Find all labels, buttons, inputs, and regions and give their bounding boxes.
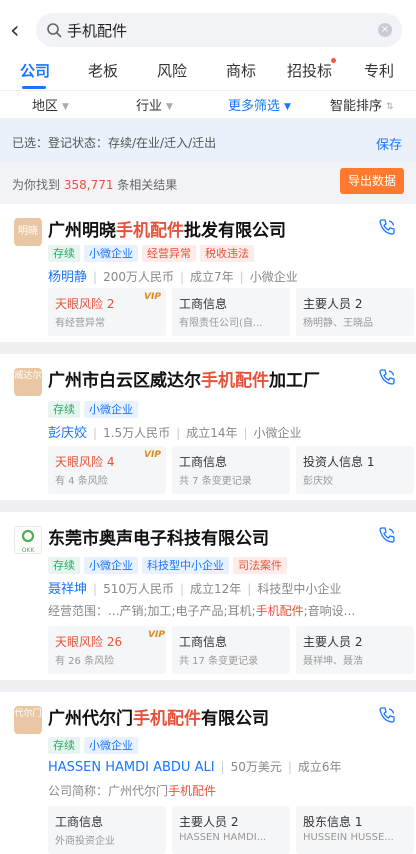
phone-icon[interactable] <box>378 706 396 724</box>
company-logo: 威达尔 <box>14 368 42 396</box>
risk-box[interactable]: 天眼风险 4 VIP 有 4 条风险 <box>48 446 166 494</box>
company-info: 彭庆姣 | 1.5万人民币 | 成立14年 | 小微企业 <box>48 426 302 441</box>
tab-trademark[interactable]: 商标 <box>226 60 256 81</box>
top-bar: ‹ 手机配件 × <box>0 0 416 56</box>
business-info-box[interactable]: 工商信息 外商投资企业 <box>48 806 166 854</box>
company-name[interactable]: 广州明晓手机配件批发有限公司 <box>48 216 286 241</box>
tag: 司法案件 <box>233 557 287 574</box>
tab-company[interactable]: 公司 <box>20 60 50 81</box>
tag: 小微企业 <box>84 401 138 418</box>
company-logo: 明晓 <box>14 218 42 246</box>
status-tag: 存续 <box>48 401 80 418</box>
back-icon[interactable]: ‹ <box>10 14 30 46</box>
filter-sort[interactable]: 智能排序 ⇅ <box>330 95 394 114</box>
company-logo: 代尔门 <box>14 706 42 734</box>
tab-notification-dot <box>331 58 336 63</box>
tag: 小微企业 <box>84 557 138 574</box>
company-card[interactable]: 明晓 广州明晓手机配件批发有限公司 存续 小微企业 经营异常 税收违法 杨明静 | 200… <box>0 204 416 342</box>
vip-badge: VIP <box>144 292 161 302</box>
shareholder-box[interactable]: 股东信息 1 HUSSEIN HUSSE... <box>296 806 414 854</box>
risk-box[interactable]: 天眼风险 2 VIP 有经营异常 <box>48 288 166 336</box>
caret-down-icon: ▼ <box>284 102 291 112</box>
phone-icon[interactable] <box>378 368 396 386</box>
investor-box[interactable]: 投资人信息 1 彭庆姣 <box>296 446 414 494</box>
search-icon <box>47 23 62 38</box>
key-people-box[interactable]: 主要人员 2 HASSEN HAMDI... <box>172 806 290 854</box>
selected-filters-bar: 已选：登记状态：存续/在业/迁入/迁出 保存 <box>0 120 416 162</box>
sort-icon: ⇅ <box>386 102 394 112</box>
legal-person[interactable]: 彭庆姣 <box>48 426 87 441</box>
category-tabs: 公司 老板 风险 商标 招投标 专利 <box>0 56 416 90</box>
status-tag: 存续 <box>48 557 80 574</box>
tag: 经营异常 <box>142 245 196 262</box>
tag-list: 存续 小微企业 经营异常 税收违法 <box>48 242 258 262</box>
filter-region[interactable]: 地区 ▼ <box>32 95 69 114</box>
status-tag: 存续 <box>48 245 80 262</box>
export-data-button[interactable]: 导出数据 <box>340 168 404 194</box>
result-summary-bar: 为你找到 358,771 条相关结果 导出数据 <box>0 162 416 204</box>
tag-list: 存续 小微企业 <box>48 398 142 418</box>
caret-down-icon: ▼ <box>166 102 173 112</box>
filter-more[interactable]: 更多筛选 ▼ <box>228 95 291 114</box>
tag: 小微企业 <box>84 737 138 754</box>
company-logo: OKK <box>14 526 42 554</box>
tag: 科技型中小企业 <box>142 557 229 574</box>
tag: 税收违法 <box>200 245 254 262</box>
company-name[interactable]: 东莞市奥声电子科技有限公司 <box>48 524 269 549</box>
filter-industry[interactable]: 行业 ▼ <box>136 95 173 114</box>
caret-down-icon: ▼ <box>62 102 69 112</box>
company-card[interactable]: OKK 东莞市奥声电子科技有限公司 存续 小微企业 科技型中小企业 司法案件 聂祥坤 |… <box>0 512 416 680</box>
tab-risk[interactable]: 风险 <box>157 60 187 81</box>
tag: 小微企业 <box>84 245 138 262</box>
ring-logo-icon <box>21 529 35 543</box>
result-summary: 为你找到 358,771 条相关结果 <box>12 178 178 192</box>
save-filter-button[interactable]: 保存 <box>376 134 402 153</box>
business-info-box[interactable]: 工商信息共 7 条变更记录 <box>172 446 290 494</box>
legal-person[interactable]: 杨明静 <box>48 270 87 285</box>
tab-patent[interactable]: 专利 <box>364 60 394 81</box>
vip-badge: VIP <box>144 450 161 460</box>
key-people-box[interactable]: 主要人员 2 杨明静、王晓品 <box>296 288 414 336</box>
company-short-name: 公司简称：广州代尔门手机配件 <box>48 784 217 798</box>
legal-person[interactable]: 聂祥坤 <box>48 582 87 597</box>
legal-person[interactable]: HASSEN HAMDI ABDU ALI <box>48 760 215 775</box>
tab-boss[interactable]: 老板 <box>88 60 118 81</box>
selected-filters-text: 已选：登记状态：存续/在业/迁入/迁出 <box>12 136 217 150</box>
result-count: 358,771 <box>63 178 114 192</box>
clear-icon[interactable]: × <box>378 23 392 37</box>
tag-list: 存续 小微企业 <box>48 734 142 754</box>
info-boxes: 天眼风险 26 VIP 有 26 条风险 工商信息共 17 条变更记录 主要人员 2… <box>48 626 416 674</box>
company-info: 杨明静 | 200万人民币 | 成立7年 | 小微企业 <box>48 270 298 285</box>
company-name[interactable]: 广州代尔门手机配件有限公司 <box>48 704 269 729</box>
vip-badge: VIP <box>148 630 165 640</box>
info-boxes: 天眼风险 2 VIP 有经营异常 工商信息 有限责任公司(自... 主要人员 2 杨明静… <box>48 288 416 336</box>
status-tag: 存续 <box>48 737 80 754</box>
company-card[interactable]: 代尔门 广州代尔门手机配件有限公司 存续 小微企业 HASSEN HAMDI AB… <box>0 692 416 854</box>
info-boxes: 工商信息 外商投资企业 主要人员 2 HASSEN HAMDI... 股东信息 1H… <box>48 806 416 854</box>
risk-box[interactable]: 天眼风险 26 VIP 有 26 条风险 <box>48 626 166 674</box>
business-info-box[interactable]: 工商信息共 17 条变更记录 <box>172 626 290 674</box>
search-query: 手机配件 <box>67 22 128 40</box>
company-card[interactable]: 威达尔 广州市白云区威达尔手机配件加工厂 存续 小微企业 彭庆姣 | 1.5万人民币 |… <box>0 354 416 500</box>
business-info-box[interactable]: 工商信息 有限责任公司(自... <box>172 288 290 336</box>
company-info: HASSEN HAMDI ABDU ALI | 50万美元 | 成立6年 <box>48 760 342 775</box>
business-scope: 经营范围：...产销;加工;电子产品;耳机;手机配件;音响设... <box>48 604 356 618</box>
company-info: 聂祥坤 | 510万人民币 | 成立12年 | 科技型中小企业 <box>48 582 342 597</box>
tab-bidding[interactable]: 招投标 <box>287 60 332 81</box>
search-input[interactable]: 手机配件 × <box>36 13 402 47</box>
phone-icon[interactable] <box>378 218 396 236</box>
active-tab-indicator <box>22 86 46 89</box>
info-boxes: 天眼风险 4 VIP 有 4 条风险 工商信息共 7 条变更记录 投资人信息 1 彭庆… <box>48 446 416 494</box>
phone-icon[interactable] <box>378 526 396 544</box>
tag-list: 存续 小微企业 科技型中小企业 司法案件 <box>48 554 291 574</box>
key-people-box[interactable]: 主要人员 2 聂祥坤、聂浩 <box>296 626 414 674</box>
company-name[interactable]: 广州市白云区威达尔手机配件加工厂 <box>48 366 320 391</box>
filter-bar: 地区 ▼ 行业 ▼ 更多筛选 ▼ 智能排序 ⇅ <box>0 90 416 118</box>
